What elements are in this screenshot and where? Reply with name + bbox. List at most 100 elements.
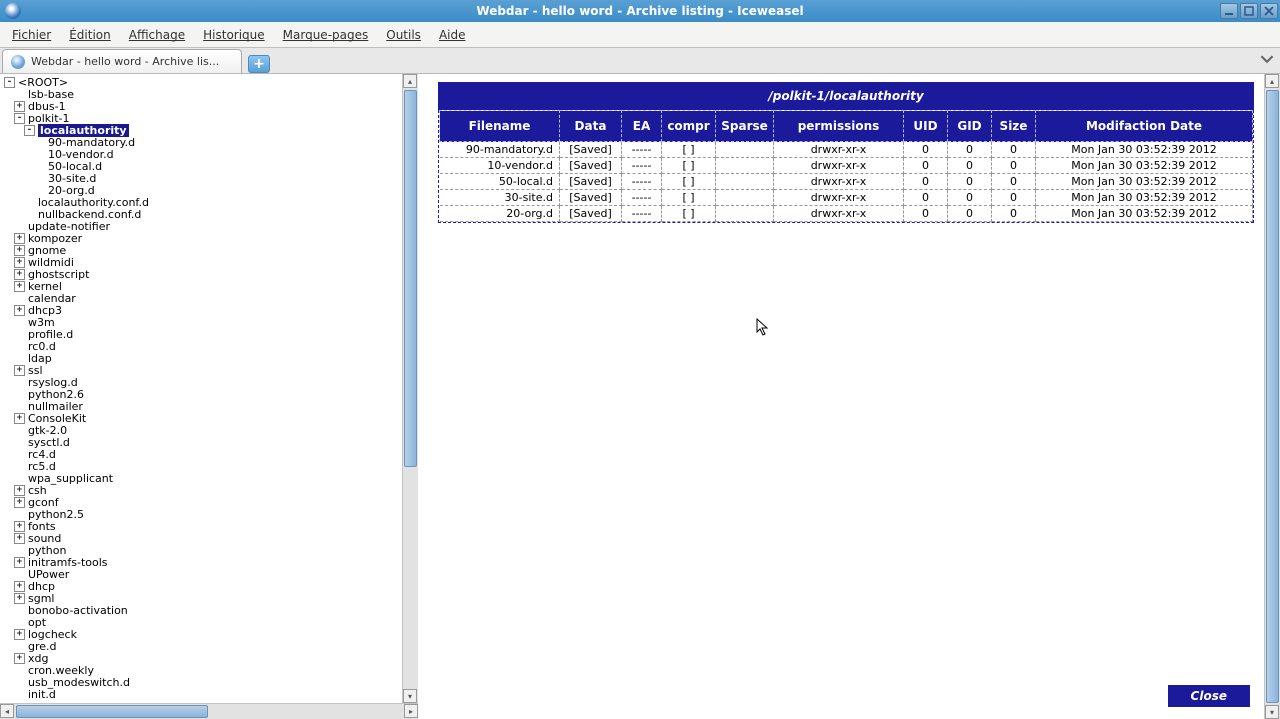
tree-item[interactable]: +dhcp [4, 580, 402, 592]
tree-item[interactable]: usb_modeswitch.d [4, 676, 402, 688]
menu-edition[interactable]: Édition [61, 25, 119, 45]
tree-item[interactable]: rc0.d [4, 340, 402, 352]
tree-horizontal-scrollbar[interactable]: ◂ ▸ [0, 703, 418, 719]
browser-tab[interactable]: Webdar - hello word - Archive lis... [2, 49, 242, 73]
th-gid[interactable]: GID [948, 111, 992, 142]
expand-icon[interactable]: + [14, 533, 25, 544]
tree-item[interactable]: -<ROOT> [4, 76, 402, 88]
tree-item[interactable]: wpa_supplicant [4, 472, 402, 484]
tree-item[interactable]: rc5.d [4, 460, 402, 472]
tree-item[interactable]: nullmailer [4, 400, 402, 412]
tree-item[interactable]: sysctl.d [4, 436, 402, 448]
close-button[interactable] [1260, 3, 1278, 19]
tree-item[interactable]: +kernel [4, 280, 402, 292]
expand-icon[interactable]: + [14, 257, 25, 268]
expand-icon[interactable]: + [14, 497, 25, 508]
tree-item[interactable]: ldap [4, 352, 402, 364]
collapse-icon[interactable]: - [14, 113, 25, 124]
tree-item[interactable]: +dbus-1 [4, 100, 402, 112]
table-row[interactable]: 90-mandatory.d[Saved]-----[ ]drwxr-xr-x0… [440, 142, 1253, 158]
th-compr[interactable]: compr [662, 111, 716, 142]
directory-tree[interactable]: -<ROOT>lsb-base+dbus-1-polkit-1-localaut… [0, 74, 402, 703]
tree-item[interactable]: init.d [4, 688, 402, 700]
tree-item[interactable]: calendar [4, 292, 402, 304]
new-tab-button[interactable]: + [248, 55, 270, 73]
expand-icon[interactable]: + [14, 365, 25, 376]
tree-item[interactable]: +kompozer [4, 232, 402, 244]
tree-item[interactable]: 10-vendor.d [4, 148, 402, 160]
tree-item[interactable]: cron.weekly [4, 664, 402, 676]
expand-icon[interactable]: + [14, 581, 25, 592]
tree-item[interactable]: +ConsoleKit [4, 412, 402, 424]
expand-icon[interactable]: + [14, 413, 25, 424]
table-row[interactable]: 30-site.d[Saved]-----[ ]drwxr-xr-x000Mon… [440, 190, 1253, 206]
th-sparse[interactable]: Sparse [716, 111, 774, 142]
expand-icon[interactable]: + [14, 653, 25, 664]
collapse-icon[interactable]: - [24, 125, 35, 136]
tree-item[interactable]: nullbackend.conf.d [4, 208, 402, 220]
expand-icon[interactable]: + [14, 245, 25, 256]
scroll-down-icon[interactable]: ▾ [403, 689, 417, 703]
scroll-left-icon[interactable]: ◂ [0, 704, 14, 718]
tree-item[interactable]: w3m [4, 316, 402, 328]
menu-historique[interactable]: Historique [195, 25, 273, 45]
table-row[interactable]: 50-local.d[Saved]-----[ ]drwxr-xr-x000Mo… [440, 174, 1253, 190]
tree-item[interactable]: opt [4, 616, 402, 628]
tree-item[interactable]: +fonts [4, 520, 402, 532]
tree-item[interactable]: +dhcp3 [4, 304, 402, 316]
scroll-thumb[interactable] [404, 90, 417, 467]
tree-item[interactable]: +sgml [4, 592, 402, 604]
collapse-icon[interactable]: - [4, 77, 15, 88]
expand-icon[interactable]: + [14, 233, 25, 244]
menu-outils[interactable]: Outils [378, 25, 429, 45]
th-filename[interactable]: Filename [440, 111, 560, 142]
th-modif[interactable]: Modifaction Date [1036, 111, 1253, 142]
tree-item[interactable]: gtk-2.0 [4, 424, 402, 436]
tree-item[interactable]: 50-local.d [4, 160, 402, 172]
tree-item[interactable]: lsb-base [4, 88, 402, 100]
expand-icon[interactable]: + [14, 305, 25, 316]
tree-item[interactable]: +gconf [4, 496, 402, 508]
tree-item[interactable]: +xdg [4, 652, 402, 664]
tree-item[interactable]: +csh [4, 484, 402, 496]
tree-vertical-scrollbar[interactable]: ▴ ▾ [402, 74, 418, 703]
table-row[interactable]: 20-org.d[Saved]-----[ ]drwxr-xr-x000Mon … [440, 206, 1253, 222]
tabs-dropdown-icon[interactable] [1260, 52, 1274, 66]
tree-item[interactable]: profile.d [4, 328, 402, 340]
tree-item[interactable]: +ssl [4, 364, 402, 376]
tree-item[interactable]: 20-org.d [4, 184, 402, 196]
th-uid[interactable]: UID [904, 111, 948, 142]
tree-item[interactable]: rc4.d [4, 448, 402, 460]
tree-item[interactable]: python2.5 [4, 508, 402, 520]
maximize-button[interactable] [1240, 3, 1258, 19]
tree-item[interactable]: 90-mandatory.d [4, 136, 402, 148]
minimize-button[interactable] [1220, 3, 1238, 19]
scroll-right-icon[interactable]: ▸ [404, 704, 418, 718]
tree-item[interactable]: rsyslog.d [4, 376, 402, 388]
menu-aide[interactable]: Aide [431, 25, 474, 45]
tree-item[interactable]: 30-site.d [4, 172, 402, 184]
tree-item[interactable]: gre.d [4, 640, 402, 652]
expand-icon[interactable]: + [14, 629, 25, 640]
scroll-up-icon[interactable]: ▴ [403, 74, 417, 88]
expand-icon[interactable]: + [14, 281, 25, 292]
tree-item[interactable]: -localauthority [4, 124, 402, 136]
expand-icon[interactable]: + [14, 557, 25, 568]
close-listing-button[interactable]: Close [1168, 685, 1250, 707]
menu-fichier[interactable]: Fichier [4, 25, 59, 45]
menu-affichage[interactable]: Affichage [121, 25, 193, 45]
expand-icon[interactable]: + [14, 269, 25, 280]
th-data[interactable]: Data [560, 111, 622, 142]
tree-item[interactable]: -polkit-1 [4, 112, 402, 124]
content-vertical-scrollbar[interactable]: ▴ ▾ [1264, 74, 1280, 719]
expand-icon[interactable]: + [14, 521, 25, 532]
expand-icon[interactable]: + [14, 485, 25, 496]
th-ea[interactable]: EA [622, 111, 662, 142]
scroll-up-icon[interactable]: ▴ [1265, 74, 1279, 88]
tree-item[interactable]: +ghostscript [4, 268, 402, 280]
tree-item[interactable]: localauthority.conf.d [4, 196, 402, 208]
expand-icon[interactable]: + [14, 593, 25, 604]
th-size[interactable]: Size [992, 111, 1036, 142]
tree-item[interactable]: python2.6 [4, 388, 402, 400]
tree-item[interactable]: python [4, 544, 402, 556]
